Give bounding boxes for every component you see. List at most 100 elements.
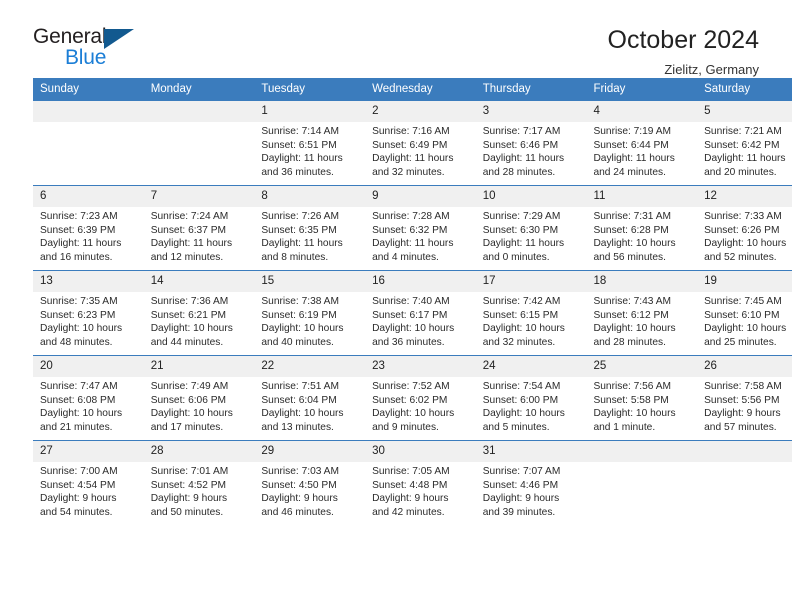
daylight-text-line1: Daylight: 10 hours [593, 408, 676, 420]
calendar-day-cell[interactable]: 7 Sunrise: 7:24 AM Sunset: 6:37 PM Daylight… [143, 185, 255, 271]
page-title: October 2024 [607, 26, 760, 54]
calendar-day-cell[interactable]: 2 Sunrise: 7:16 AM Sunset: 6:49 PM Daylight… [365, 101, 476, 186]
calendar-day-cell[interactable]: 9 Sunrise: 7:28 AM Sunset: 6:32 PM Daylight… [365, 185, 476, 271]
calendar-day-cell[interactable]: 12 Sunrise: 7:33 AM Sunset: 6:26 PM Dayligh… [697, 185, 792, 271]
day-sun-info: Sunrise: 7:17 AM Sunset: 6:46 PM Daylight:… [476, 122, 587, 179]
calendar-cell-empty [697, 440, 792, 525]
calendar-day-cell[interactable]: 6 Sunrise: 7:23 AM Sunset: 6:39 PM Daylight… [33, 185, 144, 271]
day-number: 9 [365, 186, 476, 207]
calendar-day-cell[interactable]: 4 Sunrise: 7:19 AM Sunset: 6:44 PM Daylight… [586, 101, 698, 186]
daylight-text-line1: Daylight: 10 hours [482, 323, 565, 335]
sunset-text: Sunset: 6:39 PM [40, 224, 116, 236]
daylight-text-line1: Daylight: 10 hours [261, 323, 344, 335]
day-sun-info: Sunrise: 7:35 AM Sunset: 6:23 PM Daylight:… [33, 292, 144, 349]
day-number: 21 [143, 356, 255, 377]
calendar-day-cell[interactable]: 21 Sunrise: 7:49 AM Sunset: 6:06 PM Dayligh… [143, 355, 255, 441]
calendar-day-cell[interactable]: 19 Sunrise: 7:45 AM Sunset: 6:10 PM Dayligh… [697, 270, 792, 356]
sunrise-text: Sunrise: 7:54 AM [482, 381, 561, 392]
calendar-day-cell[interactable]: 25 Sunrise: 7:56 AM Sunset: 5:58 PM Dayligh… [586, 355, 698, 441]
calendar-day-cell[interactable]: 18 Sunrise: 7:43 AM Sunset: 6:12 PM Dayligh… [586, 270, 698, 356]
day-sun-info: Sunrise: 7:23 AM Sunset: 6:39 PM Daylight:… [33, 207, 144, 264]
calendar-day-cell[interactable]: 26 Sunrise: 7:58 AM Sunset: 5:56 PM Dayligh… [697, 355, 792, 441]
day-number: 25 [586, 356, 698, 377]
calendar-day-cell[interactable]: 5 Sunrise: 7:21 AM Sunset: 6:42 PM Daylight… [697, 101, 792, 186]
weekday-header-wednesday: Wednesday [365, 78, 476, 101]
calendar-day-cell[interactable]: 13 Sunrise: 7:35 AM Sunset: 6:23 PM Dayligh… [33, 270, 144, 356]
calendar-day-cell[interactable]: 10 Sunrise: 7:29 AM Sunset: 6:30 PM Dayligh… [475, 185, 587, 271]
weekday-header-tuesday: Tuesday [254, 78, 366, 101]
sunset-text: Sunset: 4:46 PM [482, 479, 559, 491]
sunset-text: Sunset: 6:46 PM [482, 139, 559, 151]
sunrise-text: Sunrise: 7:56 AM [593, 381, 672, 392]
daylight-text-line1: Daylight: 9 hours [150, 493, 228, 505]
day-sun-info: Sunrise: 7:31 AM Sunset: 6:28 PM Daylight:… [586, 207, 697, 264]
sunrise-text: Sunrise: 7:52 AM [372, 381, 450, 392]
sunset-text: Sunset: 6:28 PM [593, 224, 669, 236]
calendar-day-cell[interactable]: 16 Sunrise: 7:40 AM Sunset: 6:17 PM Dayligh… [365, 270, 476, 356]
weekday-header-saturday: Saturday [697, 78, 792, 101]
day-number: 26 [697, 356, 792, 377]
sunset-text: Sunset: 4:50 PM [261, 479, 337, 491]
day-sun-info: Sunrise: 7:21 AM Sunset: 6:42 PM Daylight:… [697, 122, 792, 179]
calendar-day-cell[interactable]: 30 Sunrise: 7:05 AM Sunset: 4:48 PM Dayligh… [365, 440, 476, 525]
sunset-text: Sunset: 6:49 PM [372, 139, 448, 151]
daylight-text-line1: Daylight: 11 hours [261, 238, 343, 250]
calendar-day-cell[interactable]: 15 Sunrise: 7:38 AM Sunset: 6:19 PM Dayligh… [254, 270, 366, 356]
daylight-text-line1: Daylight: 10 hours [372, 408, 455, 420]
daylight-text-line2: and 52 minutes. [704, 251, 777, 263]
sunset-text: Sunset: 6:17 PM [372, 309, 448, 321]
day-number: 17 [475, 271, 587, 292]
calendar-day-cell[interactable]: 24 Sunrise: 7:54 AM Sunset: 6:00 PM Dayligh… [475, 355, 587, 441]
calendar-cell-empty [143, 101, 255, 186]
sunset-text: Sunset: 6:23 PM [40, 309, 116, 321]
calendar-day-cell[interactable]: 17 Sunrise: 7:42 AM Sunset: 6:15 PM Dayligh… [475, 270, 587, 356]
calendar-day-cell[interactable]: 31 Sunrise: 7:07 AM Sunset: 4:46 PM Dayligh… [475, 440, 587, 525]
day-sun-info: Sunrise: 7:52 AM Sunset: 6:02 PM Daylight:… [365, 377, 476, 434]
daylight-text-line2: and 50 minutes. [150, 506, 224, 518]
day-number: 16 [365, 271, 476, 292]
day-sun-info: Sunrise: 7:28 AM Sunset: 6:32 PM Daylight:… [365, 207, 476, 264]
title-block: October 2024 Zielitz, Germany [608, 26, 760, 77]
calendar-day-cell[interactable]: 22 Sunrise: 7:51 AM Sunset: 6:04 PM Dayligh… [254, 355, 366, 441]
sunset-text: Sunset: 6:12 PM [593, 309, 669, 321]
calendar-day-cell[interactable]: 27 Sunrise: 7:00 AM Sunset: 4:54 PM Dayligh… [33, 440, 144, 525]
day-number: 27 [33, 441, 144, 462]
calendar-day-cell[interactable]: 28 Sunrise: 7:01 AM Sunset: 4:52 PM Dayligh… [143, 440, 255, 525]
sunrise-sunset-calendar: Sunday Monday Tuesday Wednesday Thursday… [33, 78, 792, 525]
daylight-text-line1: Daylight: 10 hours [150, 408, 233, 420]
calendar-day-cell[interactable]: 11 Sunrise: 7:31 AM Sunset: 6:28 PM Dayligh… [586, 185, 698, 271]
general-blue-logo[interactable]: General Blue [33, 26, 143, 72]
calendar-day-cell[interactable]: 23 Sunrise: 7:52 AM Sunset: 6:02 PM Dayligh… [365, 355, 476, 441]
daylight-text-line1: Daylight: 9 hours [372, 493, 449, 505]
daylight-text-line2: and 48 minutes. [40, 336, 113, 348]
sunset-text: Sunset: 6:42 PM [704, 139, 780, 151]
calendar-day-cell[interactable]: 3 Sunrise: 7:17 AM Sunset: 6:46 PM Daylight… [475, 101, 587, 186]
daylight-text-line2: and 5 minutes. [482, 421, 550, 433]
weekday-header-sunday: Sunday [33, 78, 144, 101]
daylight-text-line2: and 8 minutes. [261, 251, 329, 263]
page-header: General Blue October 2024 Zielitz, Germa… [33, 0, 759, 77]
sunset-text: Sunset: 6:44 PM [593, 139, 669, 151]
daylight-text-line2: and 20 minutes. [704, 166, 777, 178]
day-number: 7 [143, 186, 255, 207]
sunrise-text: Sunrise: 7:16 AM [372, 126, 450, 137]
day-number [143, 101, 255, 122]
daylight-text-line1: Daylight: 10 hours [40, 408, 123, 420]
calendar-day-cell[interactable]: 29 Sunrise: 7:03 AM Sunset: 4:50 PM Dayligh… [254, 440, 366, 525]
day-sun-info: Sunrise: 7:40 AM Sunset: 6:17 PM Daylight:… [365, 292, 476, 349]
day-number: 30 [365, 441, 476, 462]
calendar-day-cell[interactable]: 14 Sunrise: 7:36 AM Sunset: 6:21 PM Dayligh… [143, 270, 255, 356]
calendar-day-cell[interactable]: 20 Sunrise: 7:47 AM Sunset: 6:08 PM Dayligh… [33, 355, 144, 441]
day-sun-info: Sunrise: 7:05 AM Sunset: 4:48 PM Daylight:… [365, 462, 476, 519]
sunset-text: Sunset: 6:15 PM [482, 309, 559, 321]
day-number: 15 [254, 271, 366, 292]
day-sun-info: Sunrise: 7:43 AM Sunset: 6:12 PM Daylight:… [586, 292, 697, 349]
calendar-day-cell[interactable]: 8 Sunrise: 7:26 AM Sunset: 6:35 PM Daylight… [254, 185, 366, 271]
calendar-week-row: 1 Sunrise: 7:14 AM Sunset: 6:51 PM Daylight… [33, 101, 792, 186]
sunset-text: Sunset: 4:48 PM [372, 479, 448, 491]
calendar-day-cell[interactable]: 1 Sunrise: 7:14 AM Sunset: 6:51 PM Daylight… [254, 101, 366, 186]
daylight-text-line2: and 0 minutes. [482, 251, 550, 263]
day-number: 31 [475, 441, 587, 462]
day-number [697, 441, 792, 462]
day-sun-info: Sunrise: 7:56 AM Sunset: 5:58 PM Daylight:… [586, 377, 697, 434]
